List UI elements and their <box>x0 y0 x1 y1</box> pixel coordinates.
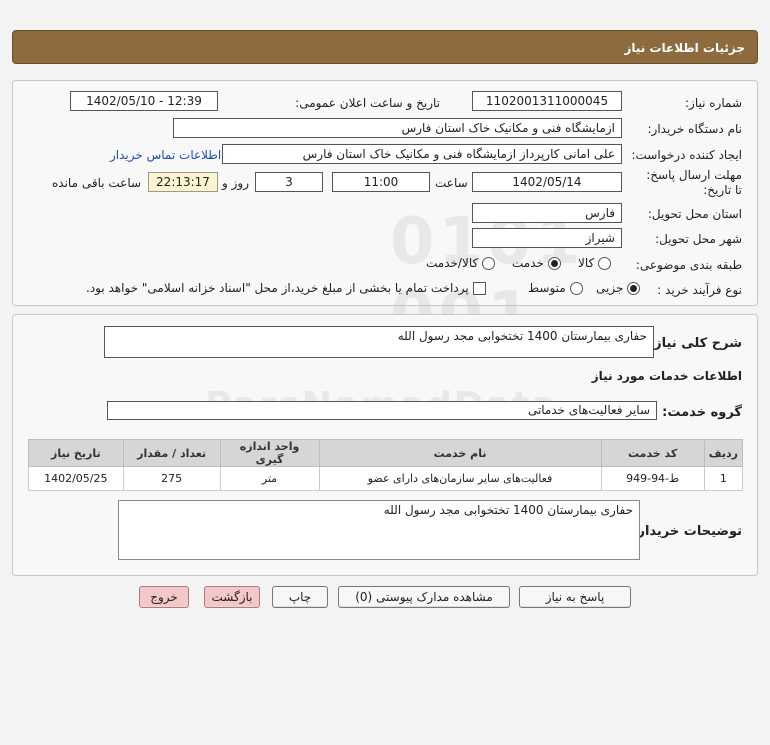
buyer-contact-link[interactable]: اطلاعات تماس خریدار <box>110 148 221 162</box>
province-field: فارس <box>472 203 622 223</box>
process-option-partial[interactable]: جزیی <box>596 281 641 295</box>
radio-icon[interactable] <box>598 257 612 270</box>
attachments-button[interactable]: مشاهده مدارک پیوستی (0) <box>338 586 510 608</box>
page-header: جزئیات اطلاعات نیاز <box>12 30 758 64</box>
buyer-notes-field: حفاری بیمارستان 1400 تختخوابی مجد رسول ا… <box>118 500 640 560</box>
radio-icon[interactable] <box>482 257 496 270</box>
col-service-code: کد خدمت <box>600 439 705 467</box>
remaining-label: ساعت باقی مانده <box>52 176 142 190</box>
cell-service-code: ط-94-949 <box>600 466 705 491</box>
process-label: نوع فرآیند خرید : <box>657 283 742 297</box>
print-button[interactable]: چاپ <box>272 586 328 608</box>
general-description-label: شرح کلی نیاز: <box>648 336 742 351</box>
reply-button[interactable]: پاسخ به نیاز <box>519 586 631 608</box>
need-number-field: 1102001311000045 <box>472 91 622 111</box>
buyer-org-label: نام دستگاه خریدار: <box>647 122 743 136</box>
deadline-label: مهلت ارسال پاسخ: تا تاریخ: <box>646 168 742 197</box>
checkbox-icon[interactable] <box>472 282 486 295</box>
back-button[interactable]: بازگشت <box>204 586 260 608</box>
days-label: روز و <box>222 176 249 190</box>
announce-field: 1402/05/10 - 12:39 <box>70 91 218 111</box>
col-service-name: نام خدمت <box>318 439 602 467</box>
table-row: 1 ط-94-949 فعالیت‌های سایر سازمان‌های دا… <box>28 466 744 491</box>
cell-service-name: فعالیت‌های سایر سازمان‌های دارای عضو <box>318 466 602 491</box>
city-label: شهر محل تحویل: <box>655 232 742 246</box>
cell-row-number: 1 <box>703 466 744 491</box>
province-label: استان محل تحویل: <box>647 207 742 221</box>
buyer-org-field: ازمایشگاه فنی و مکانیک خاک استان فارس <box>173 118 622 138</box>
col-need-date: تاریخ نیاز <box>28 439 124 467</box>
category-option-goods[interactable]: کالا <box>578 256 612 270</box>
deadline-date-field: 1402/05/14 <box>472 172 622 192</box>
cell-quantity: 275 <box>122 466 221 491</box>
table-header-row: ردیف کد خدمت نام خدمت واحد اندازه گیری ت… <box>28 439 744 467</box>
requester-field: علی امانی کارپرداز ازمایشگاه فنی و مکانی… <box>222 144 622 164</box>
days-field: 3 <box>255 172 323 192</box>
service-group-field: سایر فعالیت‌های خدماتی <box>107 401 657 420</box>
general-description-field: حفاری بیمارستان 1400 تختخوابی مجد رسول ا… <box>104 326 654 358</box>
cell-unit: متر <box>219 466 320 491</box>
city-field: شیراز <box>472 228 622 248</box>
exit-button[interactable]: خروج <box>139 586 189 608</box>
need-number-label: شماره نیاز: <box>685 96 742 110</box>
col-quantity: تعداد / مقدار <box>122 439 221 467</box>
process-option-medium[interactable]: متوسط <box>528 281 583 295</box>
radio-selected-icon[interactable] <box>547 257 561 270</box>
time-label: ساعت <box>435 176 468 190</box>
treasury-payment-option[interactable]: پرداخت تمام یا بخشی از مبلغ خرید،از محل … <box>86 281 486 295</box>
cell-need-date: 1402/05/25 <box>28 466 124 491</box>
services-title: اطلاعات خدمات مورد نیاز <box>591 369 742 383</box>
category-option-goods-service[interactable]: کالا/خدمت <box>426 256 496 270</box>
remaining-time-field: 22:13:17 <box>148 172 218 192</box>
col-row-number: ردیف <box>703 439 744 467</box>
col-unit: واحد اندازه گیری <box>219 439 320 467</box>
buyer-notes-label: توضیحات خریدار: <box>632 524 742 539</box>
radio-selected-icon[interactable] <box>627 282 641 295</box>
service-group-label: گروه خدمت: <box>662 405 742 420</box>
category-label: طبقه بندی موضوعی: <box>635 258 742 272</box>
radio-icon[interactable] <box>569 282 583 295</box>
services-table: ردیف کد خدمت نام خدمت واحد اندازه گیری ت… <box>28 439 744 491</box>
announce-label: تاریخ و ساعت اعلان عمومی: <box>295 96 440 110</box>
page-title: جزئیات اطلاعات نیاز <box>624 41 745 55</box>
category-option-service[interactable]: خدمت <box>512 256 561 270</box>
deadline-time-field: 11:00 <box>332 172 430 192</box>
requester-label: ایجاد کننده درخواست: <box>631 148 742 162</box>
